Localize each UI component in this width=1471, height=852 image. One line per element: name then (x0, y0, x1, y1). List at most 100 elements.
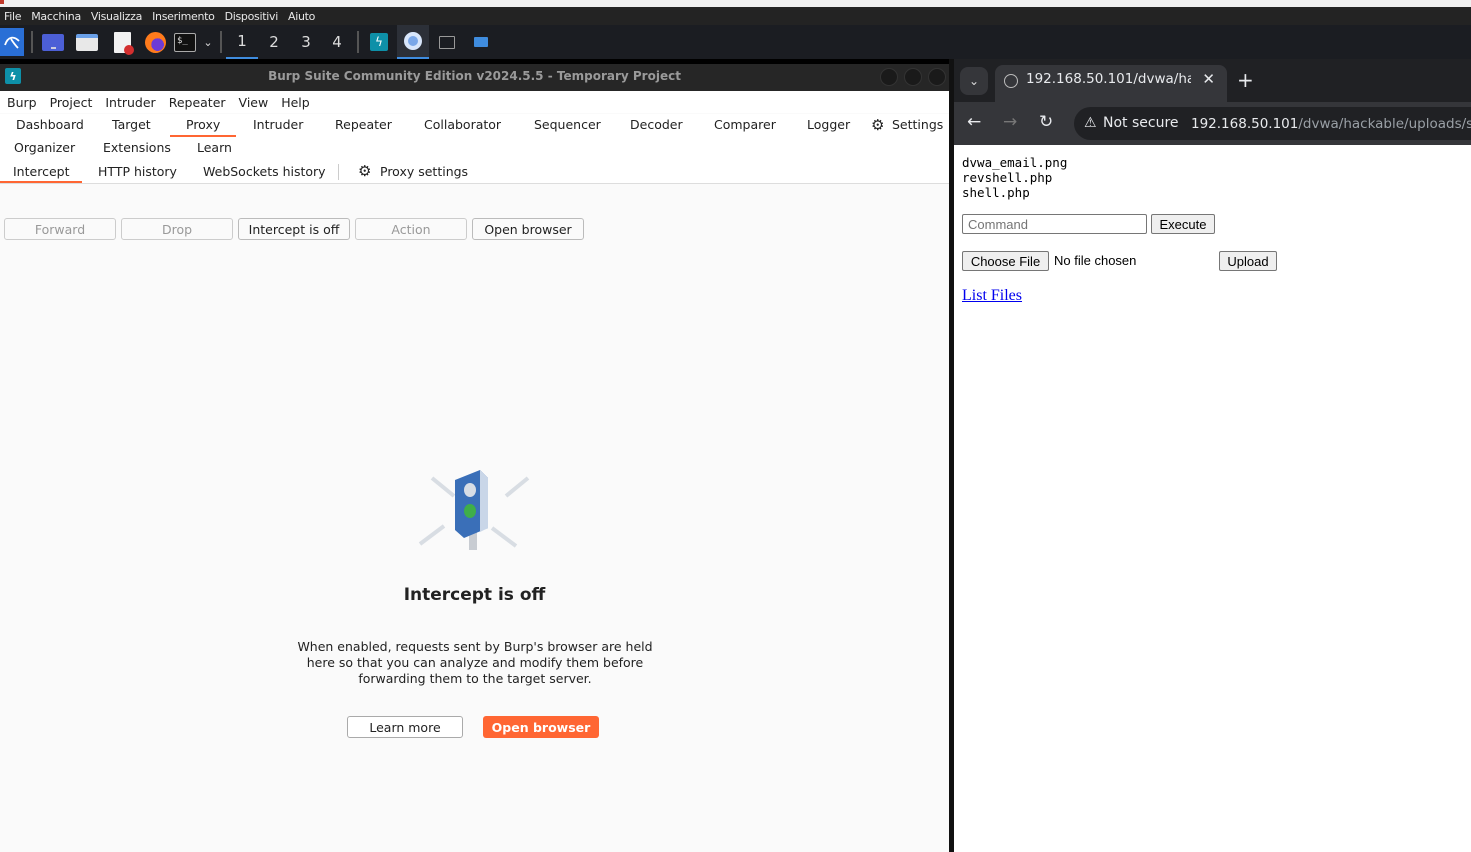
globe-icon (1004, 74, 1018, 88)
workspace-1[interactable]: 1 (226, 25, 258, 59)
tab-organizer[interactable]: Organizer (14, 140, 75, 155)
desktop-icon[interactable] (41, 30, 65, 54)
url-path: /dvwa/hackable/uploads/shell.php (1298, 116, 1471, 132)
tab-target[interactable]: Target (112, 117, 151, 132)
tab-extensions[interactable]: Extensions (103, 140, 171, 155)
browser-toolbar: ← → ↻ ⚠ Not secure 192.168.50.101/dvwa/h… (954, 102, 1471, 145)
vm-menu-visualizza[interactable]: Visualizza (87, 10, 148, 23)
reload-icon[interactable]: ↻ (1039, 112, 1053, 132)
tab-collaborator[interactable]: Collaborator (424, 117, 501, 132)
address-bar[interactable]: ⚠ Not secure 192.168.50.101/dvwa/hackabl… (1074, 107, 1471, 140)
chromium-icon[interactable] (397, 25, 429, 59)
menu-help[interactable]: Help (274, 95, 316, 110)
forward-button[interactable]: Forward (4, 218, 116, 240)
empty-state-title: Intercept is off (403, 585, 546, 605)
burp-titlebar: ϟ Burp Suite Community Edition v2024.5.5… (0, 64, 949, 91)
menu-intruder[interactable]: Intruder (98, 95, 161, 110)
main-tabs-row1: Dashboard Target Proxy Intruder Repeater… (0, 114, 949, 137)
execute-button[interactable]: Execute (1151, 214, 1215, 234)
vm-menu-macchina[interactable]: Macchina (27, 10, 87, 23)
workspace-4[interactable]: 4 (321, 25, 353, 59)
gear-icon: ⚙ (871, 116, 885, 134)
url-text[interactable]: 192.168.50.101/dvwa/hackable/uploads/she… (1191, 116, 1471, 132)
url-host: 192.168.50.101 (1191, 116, 1299, 132)
desktop: File Macchina Visualizza Inserimento Dis… (0, 0, 1471, 852)
file-list-item: dvwa_email.png (962, 155, 1068, 170)
web-page: dvwa_email.png revshell.php shell.php Ex… (954, 145, 1471, 852)
upload-button[interactable]: Upload (1219, 251, 1277, 271)
proxy-subtabs: Intercept HTTP history WebSockets histor… (0, 160, 949, 184)
file-list: dvwa_email.png revshell.php shell.php (962, 155, 1067, 200)
burp-menubar: Burp Project Intruder Repeater View Help (0, 91, 949, 113)
subtab-http-history[interactable]: HTTP history (98, 164, 177, 179)
minimize-button[interactable] (880, 68, 898, 86)
subtab-proxy-settings[interactable]: Proxy settings (380, 164, 468, 179)
vm-window-titlebar (0, 0, 1471, 7)
chevron-down-icon[interactable]: ⌄ (196, 30, 220, 54)
choose-file-button[interactable]: Choose File (962, 251, 1049, 271)
tab-repeater[interactable]: Repeater (335, 117, 392, 132)
tab-search-chevron-icon[interactable]: ⌄ (960, 67, 988, 95)
file-manager-icon[interactable] (75, 30, 99, 54)
main-tabs-row2: Organizer Extensions Learn (0, 137, 949, 160)
learn-more-button[interactable]: Learn more (347, 716, 463, 738)
close-button[interactable] (928, 68, 946, 86)
menu-burp[interactable]: Burp (0, 95, 43, 110)
back-icon[interactable]: ← (967, 112, 981, 132)
browser-window: ⌄ 192.168.50.101/dvwa/hackable/uploads/s… (954, 59, 1471, 852)
tab-decoder[interactable]: Decoder (630, 117, 683, 132)
no-file-label: No file chosen (1054, 253, 1137, 268)
text-editor-icon[interactable] (110, 30, 134, 55)
terminal-window-icon[interactable] (435, 30, 459, 54)
vm-menu-inserimento[interactable]: Inserimento (148, 10, 221, 23)
browser-tab-title: 192.168.50.101/dvwa/hackable/uploads/she… (1026, 71, 1191, 87)
traffic-light-icon (418, 470, 530, 550)
forward-icon[interactable]: → (1003, 112, 1017, 132)
command-input[interactable] (962, 214, 1147, 234)
new-tab-icon[interactable]: + (1237, 68, 1254, 92)
open-browser-button[interactable]: Open browser (472, 218, 584, 240)
close-tab-icon[interactable]: ✕ (1202, 70, 1215, 88)
list-files-link[interactable]: List Files (962, 287, 1022, 305)
burp-window-title: Burp Suite Community Edition v2024.5.5 -… (268, 69, 681, 83)
kali-panel: $_ ⌄ 1 2 3 4 ϟ (0, 25, 1471, 59)
file-list-item: shell.php (962, 185, 1030, 200)
tab-intruder[interactable]: Intruder (253, 117, 303, 132)
menu-view[interactable]: View (232, 95, 275, 110)
subtab-intercept[interactable]: Intercept (13, 164, 69, 179)
subtab-intercept-indicator (0, 181, 82, 183)
kali-menu-icon[interactable] (0, 28, 24, 56)
tab-sequencer[interactable]: Sequencer (534, 117, 601, 132)
drop-button[interactable]: Drop (121, 218, 233, 240)
tab-dashboard[interactable]: Dashboard (16, 117, 84, 132)
subtab-divider (338, 164, 339, 180)
terminal-icon[interactable]: $_ (173, 30, 197, 54)
vm-menu-dispositivi[interactable]: Dispositivi (221, 10, 284, 23)
burp-icon[interactable]: ϟ (367, 30, 391, 54)
intercept-toggle-button[interactable]: Intercept is off (238, 218, 350, 240)
open-browser-primary-button[interactable]: Open browser (483, 716, 599, 738)
tab-learn[interactable]: Learn (197, 140, 232, 155)
maximize-button[interactable] (904, 68, 922, 86)
file-list-item: revshell.php (962, 170, 1053, 185)
firefox-icon[interactable] (143, 30, 167, 54)
browser-tabstrip: ⌄ 192.168.50.101/dvwa/hackable/uploads/s… (954, 59, 1471, 102)
subtab-websockets-history[interactable]: WebSockets history (203, 164, 326, 179)
burp-window: ϟ Burp Suite Community Edition v2024.5.5… (0, 64, 949, 852)
workspace-3[interactable]: 3 (290, 25, 322, 59)
warning-icon[interactable]: ⚠ (1084, 115, 1097, 131)
workspace-2[interactable]: 2 (258, 25, 290, 59)
security-label[interactable]: Not secure (1103, 115, 1179, 131)
menu-repeater[interactable]: Repeater (162, 95, 232, 110)
action-button[interactable]: Action (355, 218, 467, 240)
menu-project[interactable]: Project (43, 95, 99, 110)
tab-comparer[interactable]: Comparer (714, 117, 776, 132)
vm-menu-file[interactable]: File (0, 10, 27, 23)
folder-window-icon[interactable] (469, 30, 493, 54)
tab-logger[interactable]: Logger (807, 117, 850, 132)
browser-tab-active[interactable]: 192.168.50.101/dvwa/hackable/uploads/she… (995, 65, 1227, 102)
tab-settings[interactable]: Settings (892, 117, 943, 132)
vm-menu-aiuto[interactable]: Aiuto (284, 10, 321, 23)
gear-icon: ⚙ (358, 162, 372, 180)
tab-proxy[interactable]: Proxy (186, 117, 220, 132)
